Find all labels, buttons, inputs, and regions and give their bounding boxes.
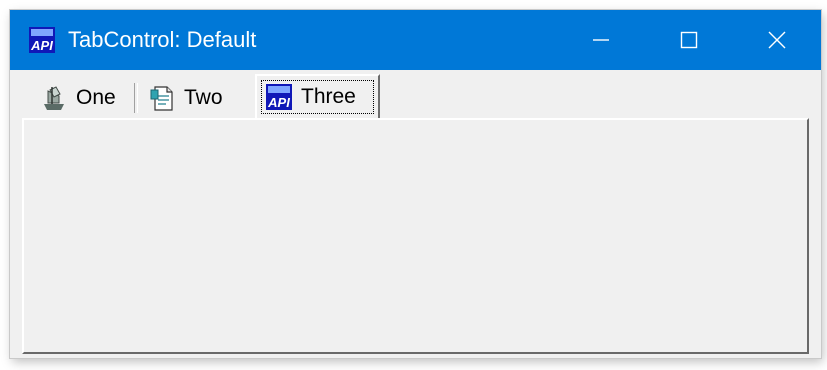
ship-icon xyxy=(44,86,64,110)
tab-two[interactable]: Two xyxy=(148,80,223,116)
tab-one-label: One xyxy=(76,86,116,109)
tab-one[interactable]: One xyxy=(40,80,116,116)
maximize-icon xyxy=(680,31,698,49)
api-app-icon: API xyxy=(29,27,55,53)
close-button[interactable] xyxy=(733,10,821,70)
svg-text:API: API xyxy=(30,38,53,53)
maximize-button[interactable] xyxy=(645,10,733,70)
tab-focus-rect: API Three xyxy=(261,80,374,114)
minimize-icon xyxy=(593,39,609,41)
tab-two-label: Two xyxy=(184,86,223,109)
tab-divider xyxy=(134,83,138,113)
document-icon xyxy=(150,86,173,111)
api-icon: API xyxy=(266,84,292,110)
close-icon xyxy=(768,31,786,49)
svg-text:API: API xyxy=(267,95,290,110)
tab-content-panel xyxy=(22,118,809,354)
title-bar[interactable]: API TabControl: Default xyxy=(10,10,821,70)
app-window: API TabControl: Default One Two API Thre… xyxy=(10,10,821,358)
window-title: TabControl: Default xyxy=(68,27,257,52)
tab-strip: One Two API Three xyxy=(20,70,820,120)
tab-three[interactable]: API Three xyxy=(255,74,380,120)
minimize-button[interactable] xyxy=(557,10,645,70)
tab-three-label: Three xyxy=(301,85,356,108)
